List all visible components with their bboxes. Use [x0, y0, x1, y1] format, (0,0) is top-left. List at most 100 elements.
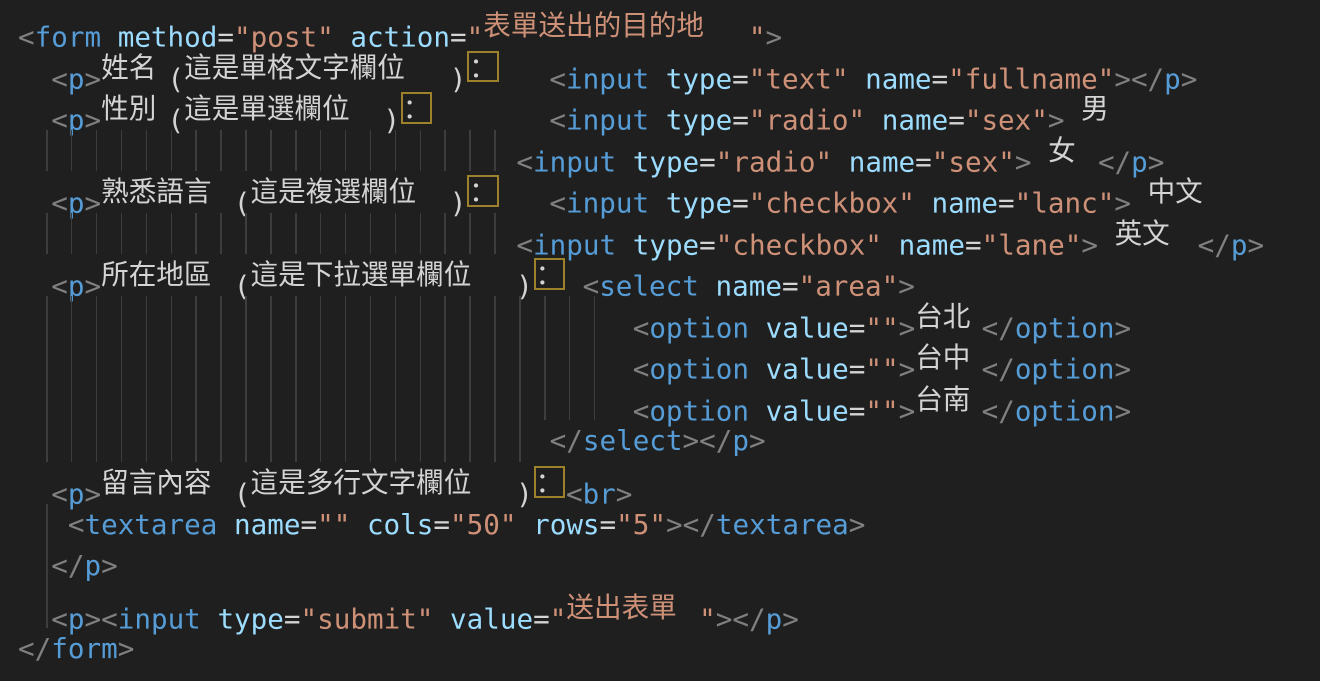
- indent-guide: [469, 337, 471, 379]
- text-content: 所在地區: [101, 254, 234, 296]
- indent-guide: [71, 296, 73, 338]
- indent-guide: [494, 296, 496, 338]
- attribute-name: name: [234, 508, 300, 541]
- indent-guide: [469, 420, 471, 462]
- punct: >: [683, 424, 700, 457]
- punct: <: [68, 508, 85, 541]
- indent-guide: [544, 337, 546, 379]
- code-line-1[interactable]: <form method="post" action="表單送出的目的地">: [0, 5, 1320, 47]
- string-value: "5": [616, 508, 666, 541]
- indent-guide: [420, 213, 422, 255]
- text-content: 男: [1081, 88, 1114, 130]
- indent-guide: [146, 213, 148, 255]
- code-editor[interactable]: <form method="post" action="表單送出的目的地"> <…: [0, 0, 1320, 681]
- indent-guide: [71, 213, 73, 255]
- indent-guide: [370, 337, 372, 379]
- punct: >: [118, 632, 135, 665]
- indent-guide: [121, 130, 123, 172]
- text-content: 這是單選欄位: [184, 88, 383, 130]
- indent-guide: [270, 296, 272, 338]
- indent-guide: [245, 337, 247, 379]
- code-line-10[interactable]: <option value="">台南</option>: [0, 379, 1320, 421]
- code-line-9[interactable]: <option value="">台中</option>: [0, 337, 1320, 379]
- punct: </: [699, 424, 732, 457]
- indent-guide: [220, 379, 222, 421]
- indent-guide: [320, 379, 322, 421]
- string-value: "": [317, 508, 350, 541]
- code-line-8[interactable]: <option value="">台北</option>: [0, 296, 1320, 338]
- code-line-5[interactable]: <p>熟悉語言(這是複選欄位)： <input type="checkbox" …: [0, 171, 1320, 213]
- indent-guide: [220, 337, 222, 379]
- indent-guide: [220, 213, 222, 255]
- indent-guide: [444, 296, 446, 338]
- indent-guide: [46, 130, 48, 172]
- punct: </: [18, 632, 51, 665]
- indent-guide: [494, 379, 496, 421]
- code-line-7[interactable]: <p>所在地區(這是下拉選單欄位)： <select name="area">: [0, 254, 1320, 296]
- indent-guide: [71, 130, 73, 172]
- indent-guide: [245, 420, 247, 462]
- indent-guide: [569, 296, 571, 338]
- tag-name: select: [583, 424, 683, 457]
- indent-guide: [46, 545, 48, 587]
- punct: >: [666, 508, 683, 541]
- indent-guide: [469, 213, 471, 255]
- attribute-name: cols: [367, 508, 433, 541]
- indent-guide: [270, 213, 272, 255]
- indent-guide: [444, 337, 446, 379]
- indent-guide: [195, 337, 197, 379]
- code-line-12[interactable]: <p>留言內容(這是多行文字欄位)：<br>: [0, 462, 1320, 504]
- code-line-16[interactable]: </form>: [0, 628, 1320, 670]
- indent-guide: [270, 130, 272, 172]
- string-value: 送出表單: [566, 587, 699, 629]
- indent-guide: [220, 296, 222, 338]
- indent-guide: [345, 130, 347, 172]
- indent-guide: [270, 337, 272, 379]
- indent-guide: [519, 379, 521, 421]
- text-content: 台中: [915, 337, 981, 379]
- code-line-15[interactable]: <p><input type="submit" value="送出表單"></p…: [0, 587, 1320, 629]
- indent-guide: [220, 130, 222, 172]
- code-line-6[interactable]: <input type="checkbox" name="lane"> 英文 <…: [0, 213, 1320, 255]
- code-line-13[interactable]: <textarea name="" cols="50" rows="5"></t…: [0, 504, 1320, 546]
- indent-guide: [46, 379, 48, 421]
- indent-guide: [146, 420, 148, 462]
- indent-guide: [46, 296, 48, 338]
- whitespace: [18, 508, 68, 541]
- indent-guide: [370, 379, 372, 421]
- indent-guide: [171, 420, 173, 462]
- indent-guide: [245, 296, 247, 338]
- indent-guide: [171, 337, 173, 379]
- indent-guide: [420, 296, 422, 338]
- indent-guide: [569, 337, 571, 379]
- indent-guide: [71, 379, 73, 421]
- indent-guide: [171, 213, 173, 255]
- whitespace: [516, 508, 533, 541]
- indent-guide: [46, 337, 48, 379]
- indent-guide: [46, 587, 48, 629]
- indent-guide: [71, 420, 73, 462]
- indent-guide: [320, 420, 322, 462]
- punct: >: [101, 549, 118, 582]
- indent-guide: [146, 130, 148, 172]
- text-content: 這是下拉選單欄位: [251, 254, 517, 296]
- indent-guide: [444, 420, 446, 462]
- code-line-3[interactable]: <p>性別(這是單選欄位)： <input type="radio" name=…: [0, 88, 1320, 130]
- code-line-4[interactable]: <input type="radio" name="sex"> 女 </p>: [0, 130, 1320, 172]
- attribute-name: rows: [533, 508, 599, 541]
- indent-guide: [195, 130, 197, 172]
- code-line-2[interactable]: <p>姓名(這是單格文字欄位)： <input type="text" name…: [0, 47, 1320, 89]
- indent-guide: [195, 213, 197, 255]
- indent-guide: [395, 213, 397, 255]
- indent-guide: [370, 213, 372, 255]
- indent-guide: [195, 296, 197, 338]
- indent-guide: [121, 420, 123, 462]
- code-line-14[interactable]: </p>: [0, 545, 1320, 587]
- indent-guide: [519, 420, 521, 462]
- indent-guide: [345, 296, 347, 338]
- indent-guide: [96, 420, 98, 462]
- indent-guide: [370, 420, 372, 462]
- code-line-11[interactable]: </select></p>: [0, 420, 1320, 462]
- indent-guide: [395, 379, 397, 421]
- text-content: 熟悉語言: [101, 171, 234, 213]
